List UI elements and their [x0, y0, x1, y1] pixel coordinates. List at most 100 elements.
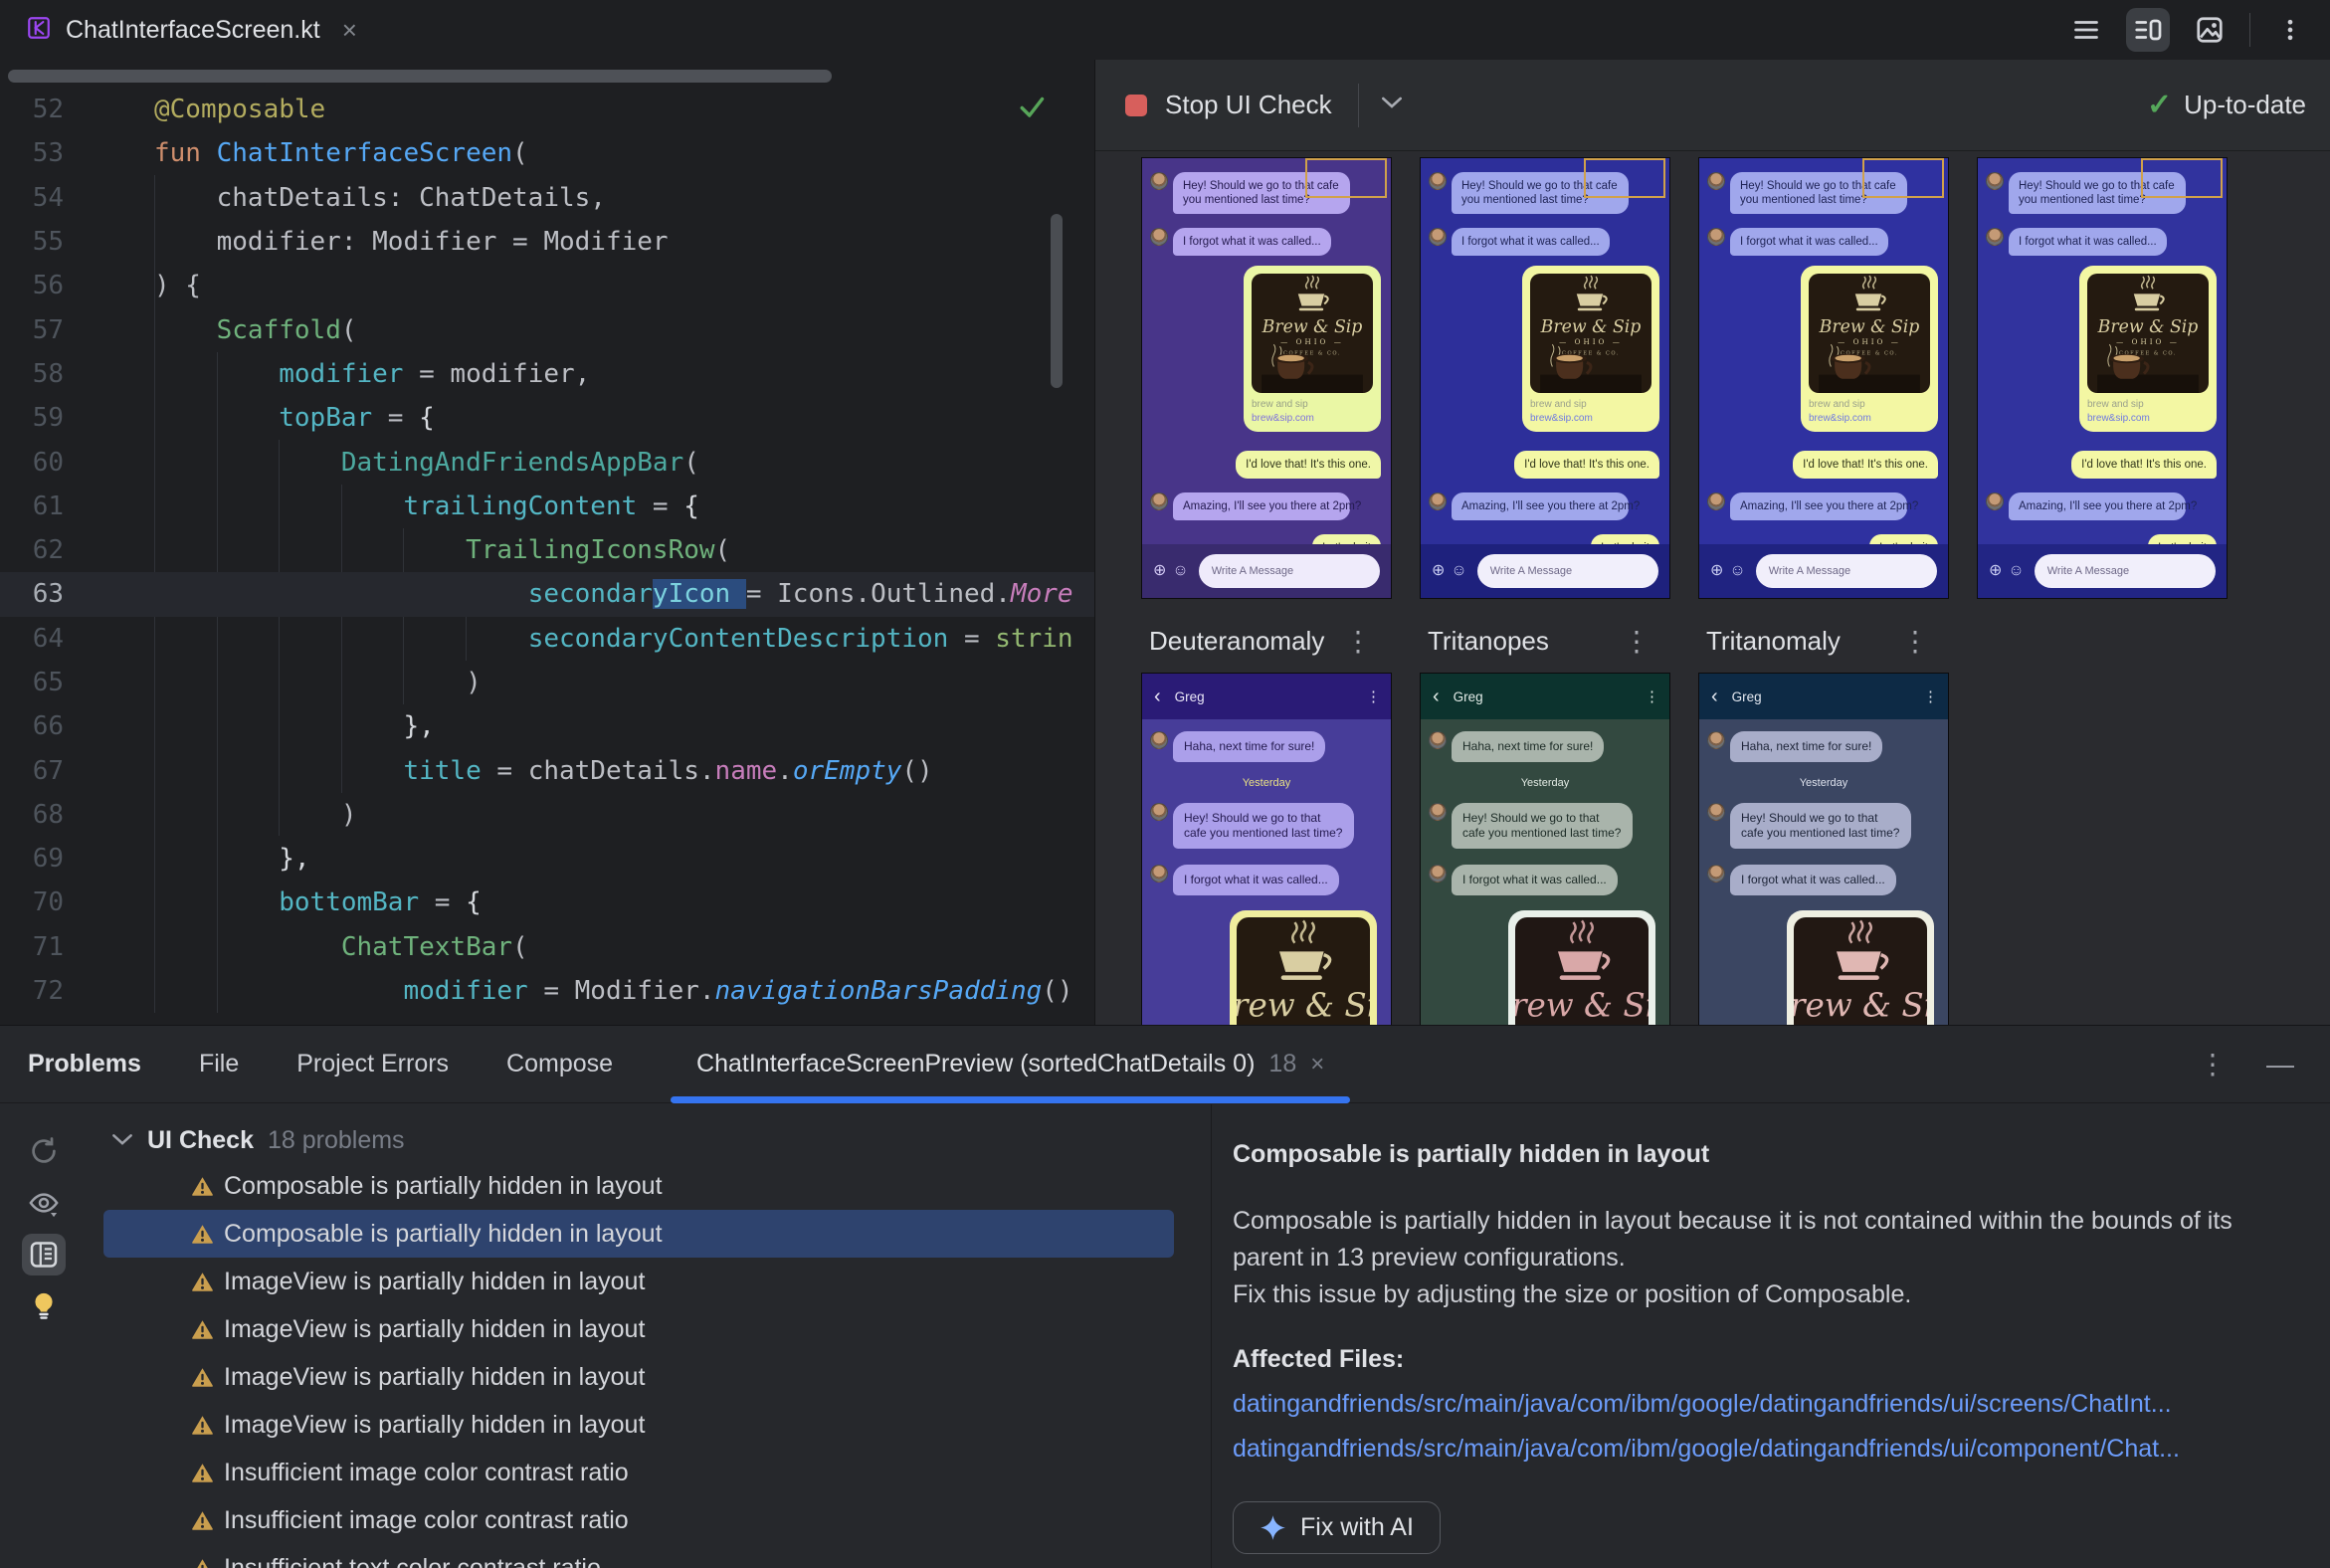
preview-phone[interactable]: ‹ Greg ⋮ Haha, next time for sure! Yeste… [1698, 673, 1949, 1025]
kebab-icon[interactable]: ⋮ [1623, 625, 1650, 658]
problem-item[interactable]: ImageView is partially hidden in layout [103, 1353, 1174, 1401]
svg-text:— OHIO —: — OHIO — [1280, 337, 1344, 346]
ui-check-preview-panel: Stop UI Check ✓ Up-to-date Hey! Should w… [1094, 60, 2330, 1025]
code-line[interactable]: 56) { [0, 264, 1094, 307]
problem-item[interactable]: ImageView is partially hidden in layout [103, 1401, 1174, 1449]
chat-bubble-incoming: Hey! Should we go to that cafe you menti… [1730, 803, 1911, 849]
preview-phone[interactable]: Hey! Should we go to that cafe you menti… [1698, 157, 1949, 599]
close-tab-icon[interactable]: × [1310, 1051, 1324, 1078]
svg-text:Brew & Sip: Brew & Sip [1237, 987, 1370, 1025]
stop-options-chevron-icon[interactable] [1381, 96, 1403, 114]
code-line[interactable]: 67 title = chatDetails.name.orEmpty() [0, 748, 1094, 792]
problems-kebab-menu-icon[interactable]: ⋮ [2199, 1048, 2227, 1080]
fix-with-ai-button[interactable]: Fix with AI [1233, 1501, 1441, 1554]
message-input-bar: ⊕ ☺ Write A Message [1978, 544, 2227, 598]
inspections-ok-icon[interactable] [1017, 92, 1047, 126]
avatar [1707, 803, 1725, 821]
line-number: 70 [32, 887, 64, 918]
avatar [1986, 492, 2004, 510]
split-view-icon[interactable] [2126, 8, 2170, 52]
chat-bubble-incoming: Hey! Should we go to that cafe you menti… [1452, 803, 1633, 849]
problem-item[interactable]: ImageView is partially hidden in layout [103, 1305, 1174, 1353]
chat-bubble-incoming: I forgot what it was called... [1730, 228, 1888, 256]
code-line[interactable]: 58 modifier = modifier, [0, 352, 1094, 396]
preview-canvas[interactable]: Hey! Should we go to that cafe you menti… [1095, 151, 2330, 1025]
code-line[interactable]: 65 ) [0, 661, 1094, 704]
preview-phone[interactable]: Hey! Should we go to that cafe you menti… [1977, 157, 2228, 599]
problem-item[interactable]: ImageView is partially hidden in layout [103, 1258, 1174, 1305]
preview-phone[interactable]: Hey! Should we go to that cafe you menti… [1420, 157, 1670, 599]
card-title: brew and sip [1809, 399, 1865, 410]
code-line[interactable]: 61 trailingContent = { [0, 485, 1094, 528]
code-line[interactable]: 72 modifier = Modifier.navigationBarsPad… [0, 969, 1094, 1013]
code-text: ChatTextBar( [340, 931, 528, 962]
stop-ui-check-button[interactable]: Stop UI Check [1125, 90, 1332, 120]
line-number: 63 [32, 579, 64, 610]
code-line[interactable]: 69 }, [0, 837, 1094, 881]
avatar [1150, 228, 1168, 246]
svg-text:Brew & Sip: Brew & Sip [1540, 317, 1642, 337]
code-line[interactable]: 59 topBar = { [0, 396, 1094, 440]
tab-compose[interactable]: Compose [506, 1050, 613, 1078]
code-line[interactable]: 68 ) [0, 793, 1094, 837]
code-text: }, [403, 711, 435, 742]
lightbulb-icon[interactable] [22, 1285, 66, 1327]
code-line[interactable]: 53 fun ChatInterfaceScreen( [0, 131, 1094, 175]
problem-item[interactable]: Insufficient text color contrast ratio [103, 1544, 1174, 1568]
avatar [1429, 492, 1447, 510]
problem-item[interactable]: Composable is partially hidden in layout [103, 1210, 1174, 1258]
editor-kebab-menu-icon[interactable] [2268, 8, 2312, 52]
preview-phone[interactable]: Hey! Should we go to that cafe you menti… [1141, 157, 1392, 599]
refresh-icon[interactable] [22, 1130, 66, 1172]
code-text: ) [154, 799, 357, 830]
link-preview-card: Brew & Sip — OHIO — COFFEE & CO. brew an… [2079, 266, 2217, 432]
details-view-icon[interactable] [22, 1234, 66, 1275]
problem-item-text: Insufficient image color contrast ratio [224, 1458, 629, 1486]
code-line[interactable]: 60 DatingAndFriendsAppBar( [0, 440, 1094, 484]
code-line[interactable]: 66 }, [0, 704, 1094, 748]
preview-phone[interactable]: ‹ Greg ⋮ Haha, next time for sure! Yeste… [1420, 673, 1670, 1025]
affected-file-link[interactable]: datingandfriends/src/main/java/com/ibm/g… [1233, 1435, 2290, 1464]
minimize-icon[interactable]: — [2266, 1049, 2294, 1080]
code-line[interactable]: 54 chatDetails: ChatDetails, [0, 176, 1094, 220]
kebab-icon: ⋮ [1366, 688, 1381, 705]
problem-item-text: Insufficient image color contrast ratio [224, 1505, 629, 1534]
code-line[interactable]: 62 TrailingIconsRow( [0, 528, 1094, 572]
code-text: secondaryIcon = Icons.Outlined.More [527, 579, 1073, 610]
close-tab-icon[interactable]: × [342, 17, 357, 43]
tab-project-errors[interactable]: Project Errors [296, 1050, 449, 1078]
chat-bubble-incoming: Amazing, I'll see you there at 2pm? [2009, 492, 2197, 520]
horizontal-scrollbar[interactable] [8, 70, 832, 83]
file-tab[interactable]: ChatInterfaceScreen.kt × [0, 0, 383, 60]
preview-phone[interactable]: ‹ Greg ⋮ Haha, next time for sure! Yeste… [1141, 673, 1392, 1025]
kebab-icon[interactable]: ⋮ [1901, 625, 1929, 658]
line-number: 71 [32, 931, 64, 962]
affected-file-link[interactable]: datingandfriends/src/main/java/com/ibm/g… [1233, 1390, 2290, 1419]
kebab-icon[interactable]: ⋮ [1344, 625, 1372, 658]
card-title: brew and sip [1252, 399, 1308, 410]
code-line[interactable]: 57 Scaffold( [0, 307, 1094, 351]
code-view-icon[interactable] [2064, 8, 2108, 52]
problems-group-row[interactable]: UI Check 18 problems [92, 1118, 1211, 1162]
tab-ui-check-preview[interactable]: ChatInterfaceScreenPreview (sortedChatDe… [671, 1026, 1351, 1103]
chevron-down-icon [112, 1134, 132, 1145]
card-title: brew and sip [2087, 399, 2144, 410]
code-line[interactable]: 63 secondaryIcon = Icons.Outlined.More [0, 572, 1094, 617]
vertical-scrollbar[interactable] [1051, 214, 1063, 388]
date-divider: Yesterday [1520, 777, 1570, 789]
code-line[interactable]: 71 ChatTextBar( [0, 925, 1094, 969]
code-line[interactable]: 52 @Composable [0, 88, 1094, 131]
editor-tab-bar: ChatInterfaceScreen.kt × [0, 0, 2330, 60]
problem-item[interactable]: Insufficient image color contrast ratio [103, 1449, 1174, 1496]
tab-file[interactable]: File [199, 1050, 239, 1078]
problem-item[interactable]: Insufficient image color contrast ratio [103, 1496, 1174, 1544]
code-line[interactable]: 55 modifier: Modifier = Modifier [0, 220, 1094, 264]
preview-view-icon[interactable] [2188, 8, 2232, 52]
problem-item-text: ImageView is partially hidden in layout [224, 1267, 646, 1295]
problem-item[interactable]: Composable is partially hidden in layout [103, 1162, 1174, 1210]
code-line[interactable]: 64 secondaryContentDescription = strin [0, 617, 1094, 661]
code-line[interactable]: 70 bottomBar = { [0, 881, 1094, 924]
preview-filter-eye-icon[interactable] [22, 1182, 66, 1224]
code-editor[interactable]: 52 @Composable 53 fun ChatInterfaceScreen(5… [0, 60, 1094, 1025]
problems-toolbar-stripe [0, 1104, 92, 1568]
